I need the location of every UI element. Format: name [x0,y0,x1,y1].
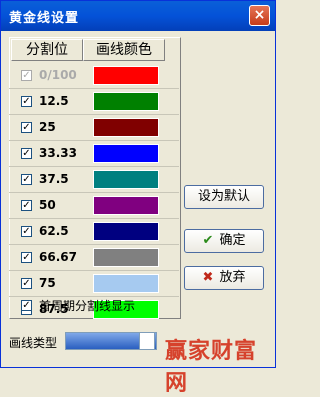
cancel-button[interactable]: ✖ 放弃 [184,266,264,290]
window-title: 黄金线设置 [9,11,80,26]
header-line-color: 画线颜色 [83,39,165,61]
first-cycle-checkbox[interactable]: ✓ [21,300,32,311]
title-bar: 黄金线设置 × [1,1,275,31]
level-checkbox[interactable]: ✓ [21,252,32,263]
level-checkbox[interactable]: ✓ [21,226,32,237]
header-split-level: 分割位 [11,39,83,61]
level-label: 0/100 [39,68,77,82]
level-row: ✓ 33.33 [9,141,179,167]
level-label: 25 [39,120,56,134]
color-swatch[interactable] [93,274,159,293]
level-checkbox[interactable]: ✓ [21,278,32,289]
level-label: 66.67 [39,250,77,264]
level-label: 33.33 [39,146,77,160]
level-checkbox[interactable]: ✓ [21,96,32,107]
level-row: ✓ 50 [9,193,179,219]
check-icon: ✔ [202,233,214,248]
color-swatch[interactable] [93,66,159,85]
color-swatch[interactable] [93,196,159,215]
line-type-label: 画线类型 [9,336,58,350]
cancel-label: 放弃 [219,270,246,285]
level-checkbox: ✓ [21,70,32,81]
close-icon: × [253,7,266,23]
first-cycle-label: 首周期分割线显示 [39,299,136,313]
set-default-button[interactable]: 设为默认 [184,185,264,209]
level-label: 75 [39,276,56,290]
watermark-logo: 赢家财富网 [165,338,258,396]
color-swatch[interactable] [93,170,159,189]
level-checkbox[interactable]: ✓ [21,174,32,185]
level-row: ✓ 66.67 [9,245,179,271]
ok-button[interactable]: ✔ 确定 [184,229,264,253]
set-default-label: 设为默认 [197,189,250,204]
color-swatch[interactable] [93,92,159,111]
level-label: 50 [39,198,56,212]
close-button[interactable]: × [249,5,270,26]
level-row: ✓ 62.5 [9,219,179,245]
level-label: 37.5 [39,172,69,186]
color-swatch[interactable] [93,248,159,267]
line-type-dropdown-button[interactable] [139,332,155,350]
level-label: 12.5 [39,94,69,108]
level-row: ✓ 37.5 [9,167,179,193]
color-swatch[interactable] [93,222,159,241]
level-row: ✓ 0/100 [9,63,179,89]
color-swatch[interactable] [93,144,159,163]
level-row: ✓ 25 [9,115,179,141]
level-label: 62.5 [39,224,69,238]
level-checkbox[interactable]: ✓ [21,122,32,133]
level-row: ✓ 75 [9,271,179,297]
color-swatch[interactable] [93,118,159,137]
ok-label: 确定 [219,233,246,248]
level-row: ✓ 12.5 [9,89,179,115]
level-checkbox[interactable]: ✓ [21,200,32,211]
level-checkbox[interactable]: ✓ [21,148,32,159]
dialog-window: 黄金线设置 × 分割位 画线颜色 ✓ 0/100 ✓ 12.5 ✓ 25 ✓ 33.33 ✓ 37… [0,0,276,396]
cross-icon: ✖ [202,270,214,285]
